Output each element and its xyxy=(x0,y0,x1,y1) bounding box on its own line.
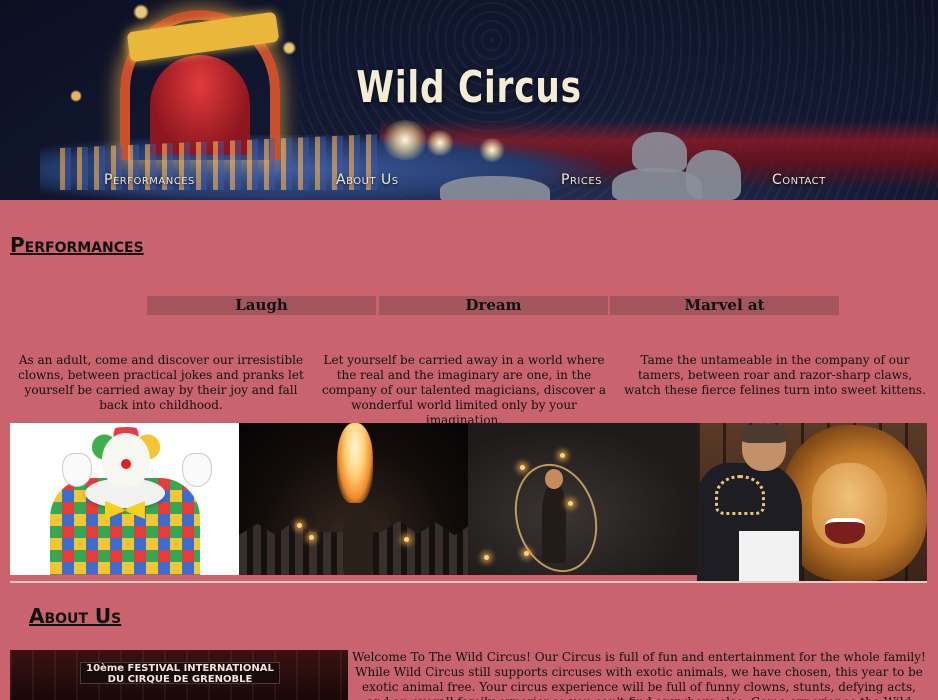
site-title: Wild Circus xyxy=(356,62,582,113)
hoop-spark xyxy=(560,453,565,458)
tamer-hair xyxy=(741,423,787,443)
marvel-description: Tame the untameable in the company of ou… xyxy=(624,353,926,397)
clown-photo xyxy=(10,423,239,575)
clown-nose xyxy=(121,459,131,469)
about-text: Welcome To The Wild Circus! Our Circus i… xyxy=(352,650,926,700)
lion-tamer-photo xyxy=(697,423,927,581)
hoop-spark xyxy=(484,555,489,560)
lion-mouth xyxy=(825,518,865,544)
nav-link-performances[interactable]: Performances xyxy=(104,172,195,188)
tamer-braid xyxy=(715,475,765,515)
hoop-spark xyxy=(524,551,529,556)
laugh-description: As an adult, come and discover our irres… xyxy=(18,353,304,412)
fire-performer xyxy=(343,503,373,575)
main-nav: Performances About Us Prices Contact xyxy=(0,172,938,196)
tab-dream[interactable]: Dream xyxy=(379,296,608,315)
hoop-spark xyxy=(520,465,525,470)
dream-description: Let yourself be carried away in a world … xyxy=(321,353,607,427)
hoop-spark xyxy=(568,501,573,506)
nav-link-prices[interactable]: Prices xyxy=(561,172,602,188)
clown-hand xyxy=(182,453,212,487)
hero-spotlight xyxy=(380,120,430,160)
festival-banner: 10ème FESTIVAL INTERNATIONAL DU CIRQUE D… xyxy=(80,662,280,685)
nav-link-about-us[interactable]: About Us xyxy=(336,172,399,188)
fire-breather-photo xyxy=(239,423,468,575)
tab-laugh[interactable]: Laugh xyxy=(147,296,376,315)
tab-marvel-at[interactable]: Marvel at xyxy=(610,296,839,315)
torch-flame xyxy=(297,523,302,528)
hero-spotlight xyxy=(478,138,506,162)
hero-spotlight xyxy=(425,130,455,156)
nav-link-contact[interactable]: Contact xyxy=(772,172,826,188)
hoop-performer-head xyxy=(545,469,563,489)
festival-photo: 10ème FESTIVAL INTERNATIONAL DU CIRQUE D… xyxy=(10,650,348,700)
clown-hand xyxy=(62,453,92,487)
about-heading: About Us xyxy=(29,604,122,628)
torch-flame xyxy=(404,537,409,542)
section-divider xyxy=(10,581,927,583)
hero-banner: Wild Circus Performances About Us Prices… xyxy=(0,0,938,200)
hero-elephant xyxy=(632,132,687,172)
tamer-shirt xyxy=(739,531,799,581)
fire-hoop-photo xyxy=(468,423,697,575)
fire-flame xyxy=(337,423,373,503)
torch-flame xyxy=(309,535,314,540)
hoop-performer xyxy=(542,483,566,563)
performances-heading: Performances xyxy=(10,233,144,257)
